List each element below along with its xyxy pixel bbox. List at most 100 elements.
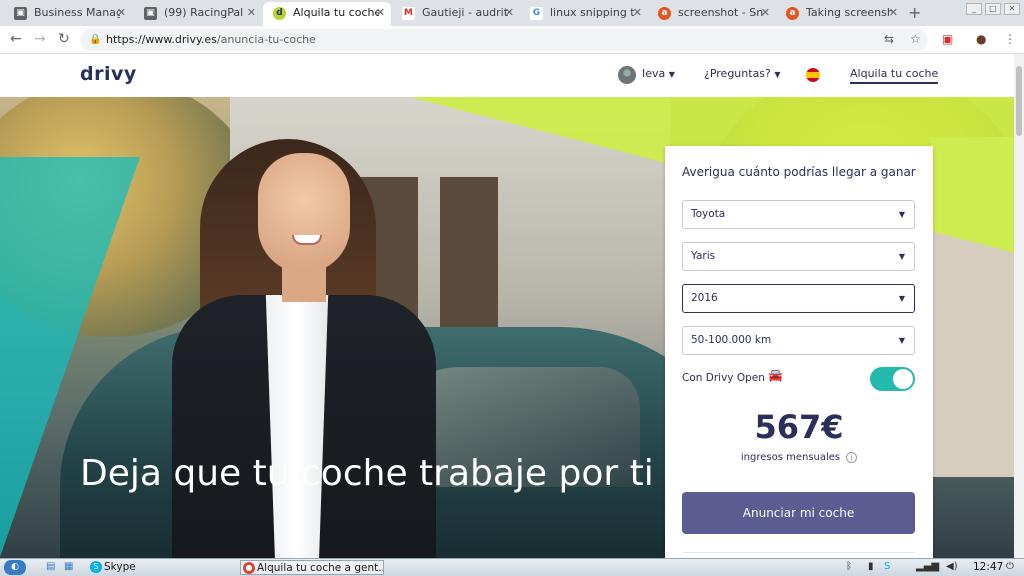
drivy-logo[interactable]: drivy <box>80 63 137 85</box>
tab-label: Gautieji - audrit <box>422 6 508 19</box>
year-select[interactable]: 2016 ▼ <box>682 284 915 313</box>
network-icon[interactable]: ▂▄▆ <box>916 561 939 572</box>
tab-label: Alquila tu coche <box>293 6 379 19</box>
taskbar-skype-label: Skype <box>104 561 136 573</box>
faq-label: ¿Preguntas? <box>704 67 771 80</box>
faq-menu[interactable]: ¿Preguntas? ▼ <box>704 67 781 80</box>
gmail-icon: M <box>402 7 415 20</box>
new-tab-button[interactable]: + <box>908 3 921 22</box>
drivy-open-toggle[interactable] <box>870 367 915 391</box>
profile-avatar-icon[interactable]: ● <box>976 32 986 46</box>
user-menu[interactable]: Ieva ▼ <box>642 67 675 80</box>
extension-icon[interactable]: ▣ <box>942 32 953 46</box>
user-avatar[interactable] <box>618 66 636 84</box>
chrome-icon: ● <box>243 562 255 574</box>
close-icon[interactable]: ✕ <box>117 2 126 24</box>
tab-google-search[interactable]: G linux snipping t ✕ <box>520 2 648 26</box>
maximize-window-button[interactable]: □ <box>985 3 1001 15</box>
tab-label: linux snipping t <box>550 6 635 19</box>
taskbar-chrome-label: Alquila tu coche a gent... <box>257 562 384 574</box>
desktop-icon[interactable]: ▦ <box>64 561 73 572</box>
tab-alquila-tu-coche[interactable]: d Alquila tu coche ✕ <box>263 2 391 26</box>
translate-icon[interactable]: ⇆ <box>884 32 894 46</box>
tab-racingpal[interactable]: ▣ (99) RacingPal ✕ <box>134 2 262 26</box>
ask-icon: a <box>786 7 799 20</box>
chevron-down-icon: ▼ <box>898 210 905 219</box>
volume-icon[interactable]: ◀) <box>946 561 958 572</box>
reload-icon[interactable]: ↻ <box>58 31 70 47</box>
chevron-down-icon: ▼ <box>774 70 781 79</box>
skype-tray-icon[interactable]: S <box>884 561 890 572</box>
model-value: Yaris <box>691 250 716 262</box>
divider <box>682 552 915 553</box>
ask-icon: a <box>658 7 671 20</box>
back-arrow-icon[interactable]: ← <box>10 31 22 47</box>
connected-car-icon: 🚘 <box>768 368 783 382</box>
skype-icon: S <box>90 561 102 573</box>
chevron-down-icon: ▼ <box>898 294 905 303</box>
earnings-caption: ingresos mensuales i <box>665 452 933 463</box>
hero-person-face <box>258 153 350 273</box>
tab-label: (99) RacingPal <box>164 6 244 19</box>
browser-tab-strip: ▣ Business Manag ✕ ▣ (99) RacingPal ✕ d … <box>0 0 1024 26</box>
model-select[interactable]: Yaris ▼ <box>682 242 915 271</box>
page-icon: ▣ <box>14 7 27 20</box>
system-clock: 12:47 <box>973 561 1004 573</box>
year-value: 2016 <box>691 292 718 304</box>
tab-label: Taking screensh <box>806 6 892 19</box>
tab-label: screenshot - Sn <box>678 6 764 19</box>
toggle-knob <box>893 369 913 389</box>
google-icon: G <box>530 7 543 20</box>
start-menu-icon[interactable]: ◐ <box>4 560 26 575</box>
earnings-caption-text: ingresos mensuales <box>740 452 841 463</box>
os-taskbar: ◐ ▤ ▦ S Skype ● Alquila tu coche a gent.… <box>0 558 1024 576</box>
rent-car-link[interactable]: Alquila tu coche <box>850 67 939 84</box>
close-window-button[interactable]: ✕ <box>1004 3 1020 15</box>
page-scrollbar[interactable] <box>1014 54 1024 558</box>
tab-ask-taking-screenshot[interactable]: a Taking screensh ✕ <box>776 2 904 26</box>
close-icon[interactable]: ✕ <box>889 2 898 24</box>
estimated-earnings: 567€ <box>754 408 844 446</box>
battery-icon[interactable]: ▮ <box>868 561 874 572</box>
forward-arrow-icon[interactable]: → <box>34 31 46 47</box>
estimator-title: Averigua cuánto podrías llegar a ganar <box>682 165 916 179</box>
url-host: https://www.drivy.es <box>106 33 217 46</box>
site-header: drivy Ieva ▼ ¿Preguntas? ▼ Alquila tu co… <box>0 54 1014 97</box>
url-path: /anuncia-tu-coche <box>216 33 316 46</box>
spain-flag-icon[interactable] <box>806 68 820 82</box>
earnings-estimator-card: Averigua cuánto podrías llegar a ganar T… <box>665 146 933 558</box>
tab-business-manager[interactable]: ▣ Business Manag ✕ <box>4 2 132 26</box>
power-icon[interactable]: ⏻ <box>1006 561 1014 572</box>
menu-dots-icon[interactable]: ⋮ <box>1004 32 1016 46</box>
hero-title: Deja que tu coche trabaje por ti <box>80 453 654 494</box>
bookmark-star-icon[interactable]: ☆ <box>910 32 921 46</box>
close-icon[interactable]: ✕ <box>633 2 642 24</box>
mileage-select[interactable]: 50-100.000 km ▼ <box>682 326 915 355</box>
drivy-open-label: Con Drivy Open <box>682 372 765 384</box>
tab-gmail[interactable]: M Gautieji - audrit ✕ <box>392 2 520 26</box>
user-name: Ieva <box>642 67 666 80</box>
scrollbar-thumb[interactable] <box>1016 66 1022 136</box>
close-icon[interactable]: ✕ <box>247 2 256 24</box>
close-icon[interactable]: ✕ <box>376 2 385 24</box>
chevron-down-icon: ▼ <box>668 70 675 79</box>
mileage-value: 50-100.000 km <box>691 334 772 346</box>
hero-teal-shape <box>0 157 140 557</box>
brand-select[interactable]: Toyota ▼ <box>682 200 915 229</box>
list-my-car-button[interactable]: Anunciar mi coche <box>682 492 915 534</box>
close-icon[interactable]: ✕ <box>761 2 770 24</box>
taskbar-chrome[interactable]: ● Alquila tu coche a gent... <box>240 560 384 575</box>
tab-label: Business Manag <box>34 6 120 19</box>
file-manager-icon[interactable]: ▤ <box>46 561 55 572</box>
chevron-down-icon: ▼ <box>898 336 905 345</box>
close-icon[interactable]: ✕ <box>505 2 514 24</box>
browser-toolbar: ← → ↻ 🔒 https://www.drivy.es/anuncia-tu-… <box>0 26 1024 54</box>
brand-value: Toyota <box>691 208 726 220</box>
chevron-down-icon: ▼ <box>898 252 905 261</box>
minimize-window-button[interactable]: _ <box>966 3 982 15</box>
taskbar-skype[interactable]: S Skype <box>88 560 228 575</box>
info-icon[interactable]: i <box>846 452 858 463</box>
address-bar[interactable]: 🔒 https://www.drivy.es/anuncia-tu-coche <box>80 29 928 51</box>
tab-ask-screenshot[interactable]: a screenshot - Sn ✕ <box>648 2 776 26</box>
bluetooth-icon[interactable]: ᛒ <box>846 561 852 572</box>
